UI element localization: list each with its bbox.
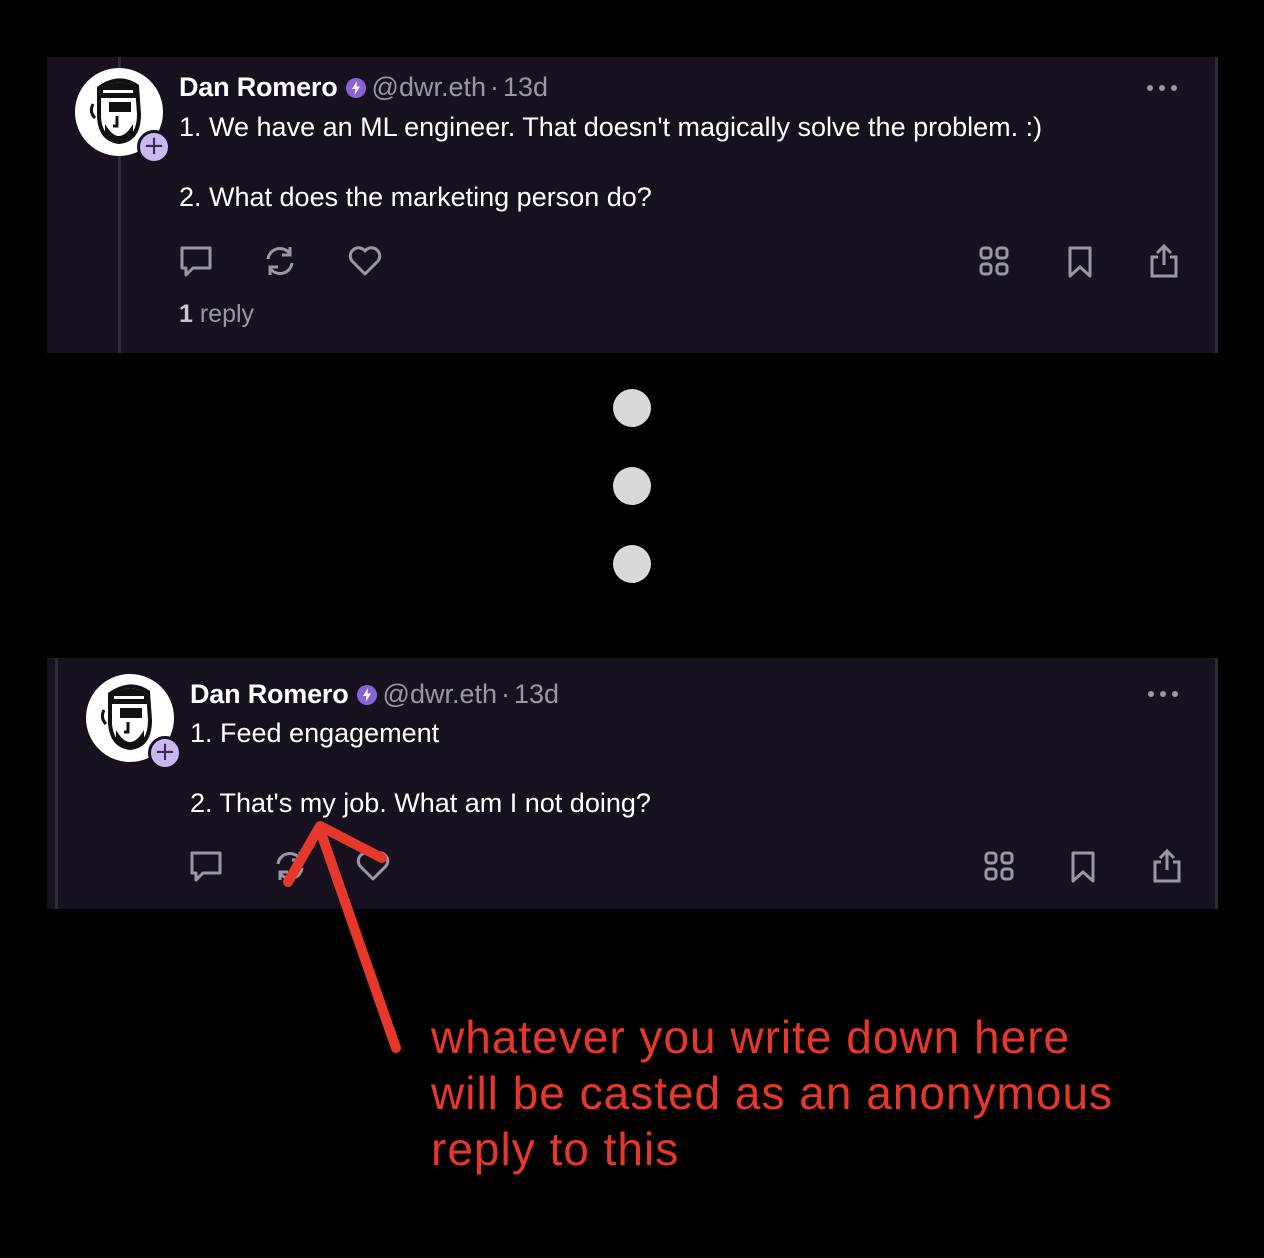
annotation-text: whatever you write down here will be cas…: [431, 1009, 1211, 1177]
annotation-line: whatever you write down here: [431, 1011, 1071, 1063]
annotation-line: will be casted as an anonymous: [431, 1067, 1114, 1119]
annotation-line: reply to this: [431, 1123, 680, 1175]
